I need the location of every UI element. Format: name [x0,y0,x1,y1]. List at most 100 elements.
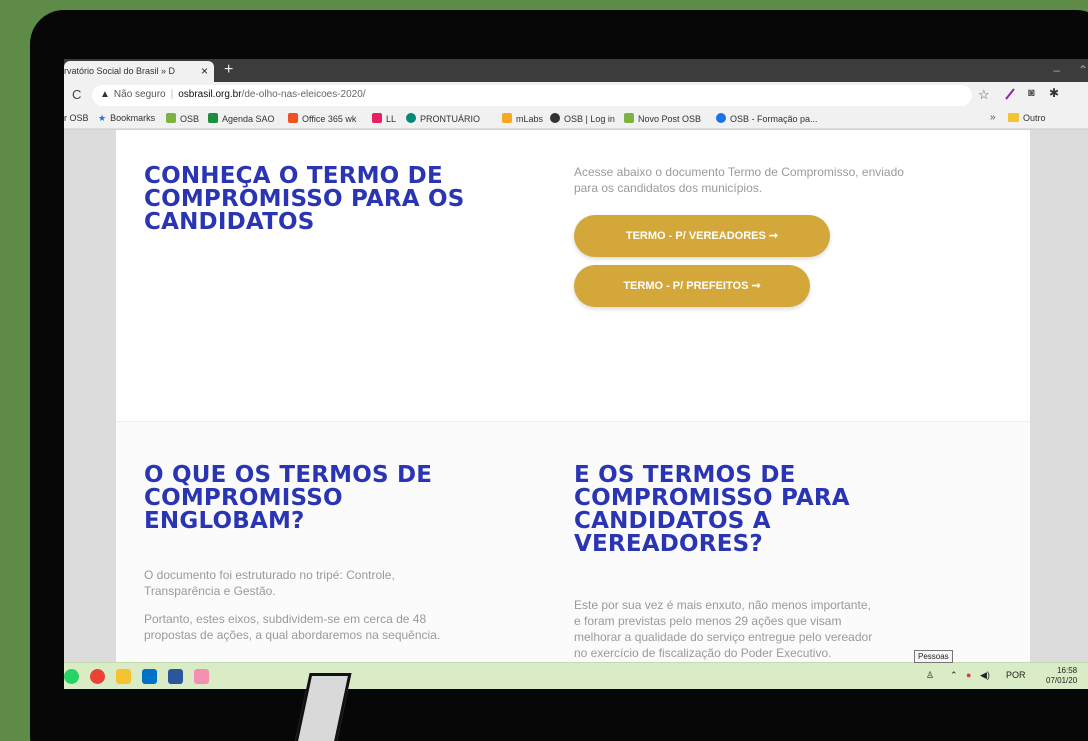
word-icon[interactable] [168,669,183,684]
bookmark-item[interactable]: mLabs [502,113,543,124]
text-line: Portanto, estes eixos, subdividem-se em … [144,612,427,626]
leaf-icon [166,113,176,123]
bookmark-label: LL [386,114,397,124]
heading-line: COMPROMISSO PARA OS [144,186,465,212]
flask-icon [502,113,512,123]
termo-vereadores-button[interactable]: TERMO - P/ VEREADORES ➞ [574,215,830,257]
paragraph-eixos: Portanto, estes eixos, subdividem-se em … [144,611,564,643]
section-heading-termo: CONHEÇA O TERMO DE COMPROMISSO PARA OS C… [144,165,465,234]
section-heading-englobam: O QUE OS TERMOS DE COMPROMISSO ENGLOBAM? [144,464,432,533]
people-tooltip: Pessoas [914,650,953,663]
text-line: O documento foi estruturado no tripé: Co… [144,568,395,582]
bookmark-label: Office 365 wk [302,114,357,124]
volume-icon[interactable]: ◀) [980,670,990,681]
pen-extension-icon[interactable] [1004,87,1016,101]
bookmark-item[interactable]: Office 365 wk [288,113,356,124]
text-line: e foram previstas pelo menos 29 ações qu… [574,614,842,628]
bookmark-label: OSB - Formação pa... [730,114,818,124]
bookmark-item[interactable]: ★ Bookmarks [98,113,155,124]
folder-label: Outro [1023,113,1046,123]
heading-line: CANDIDATOS [144,209,315,235]
text-line: melhorar a qualidade do serviço entregue… [574,630,873,644]
folder-icon [1008,113,1019,122]
other-bookmarks-folder[interactable]: Outro [1008,113,1046,123]
leaf-icon [624,113,634,123]
bookmark-item[interactable]: OSB [166,113,199,124]
tab-title: rvatório Social do Brasil » D [64,66,176,76]
bookmark-item[interactable]: OSB - Formação pa... [716,113,818,124]
more-bookmarks-icon[interactable]: » [990,112,996,123]
heading-line: COMPROMISSO [144,485,343,511]
section-description: Acesse abaixo o documento Termo de Compr… [574,164,1004,196]
new-tab-icon[interactable]: + [224,61,233,79]
bookmark-label: Novo Post OSB [638,114,702,124]
time: 16:58 [1057,666,1078,675]
prontuario-icon [406,113,416,123]
browser-tab[interactable]: rvatório Social do Brasil » D × [64,61,214,82]
web-page: CONHEÇA O TERMO DE COMPROMISSO PARA OS C… [64,130,1088,662]
heading-line: ENGLOBAM? [144,508,305,534]
minimize-icon[interactable]: – [1053,63,1060,77]
wordpress-icon [550,113,560,123]
globe-icon [716,113,726,123]
bookmark-label: PRONTUÁRIO [420,114,481,124]
bookmark-star-icon[interactable]: ☆ [978,87,990,103]
bookmark-label: Agenda SAO [222,114,275,124]
bookmark-label: OSB | Log in [564,114,615,124]
office-icon [288,113,298,123]
snipping-tool-icon[interactable] [194,669,209,684]
bookmark-label: mLabs [516,114,544,124]
people-icon[interactable]: ♙ [926,670,934,681]
heading-line: CANDIDATOS A [574,508,771,534]
bookmark-item[interactable]: Novo Post OSB [624,113,701,124]
file-explorer-icon[interactable] [116,669,131,684]
language-indicator[interactable]: POR [1006,670,1026,680]
reload-icon[interactable]: C [72,87,81,102]
camera-extension-icon[interactable]: ◙ [1028,87,1035,99]
tab-strip: rvatório Social do Brasil » D × + – ⌃ [64,59,1088,82]
windows-taskbar: Pessoas ♙ ⌃ ● ◀) POR 16:58 07/01/20 [64,650,1088,689]
star-icon: ★ [98,113,107,123]
show-hidden-icons[interactable]: ⌃ [950,670,958,681]
chrome-icon[interactable] [90,669,105,684]
ll-icon [372,113,382,123]
app-tray-icon[interactable]: ● [966,670,971,680]
bookmark-item[interactable]: OSB | Log in [550,113,615,124]
text-line: Transparência e Gestão. [144,584,276,598]
bookmark-item[interactable]: Agenda SAO [208,113,275,124]
text-line: propostas de ações, a qual abordaremos n… [144,628,441,642]
clock[interactable]: 16:58 07/01/20 [1046,666,1077,686]
url-path: /de-olho-nas-eleicoes-2020/ [241,89,366,100]
section-two: O QUE OS TERMOS DE COMPROMISSO ENGLOBAM?… [116,421,1030,662]
address-bar[interactable]: ▲ Não seguro | osbrasil.org.br/de-olho-nas-… [92,85,972,106]
bookmark-label: Bookmarks [110,113,156,123]
url-host: osbrasil.org.br [178,89,242,100]
bookmarks-bar: r OSB ★ Bookmarks OSB Agenda SAO Office 3… [64,109,1088,129]
heading-line: CONHEÇA O TERMO DE [144,163,443,189]
page-content: CONHEÇA O TERMO DE COMPROMISSO PARA OS C… [116,130,1030,662]
bookmark-item[interactable]: PRONTUÁRIO [406,113,480,124]
close-tab-icon[interactable]: × [201,64,208,78]
screen: rvatório Social do Brasil » D × + – ⌃ C … [64,59,1088,689]
date: 07/01/20 [1046,676,1078,685]
warning-icon[interactable]: ▲ [100,89,110,100]
heading-line: VEREADORES? [574,531,763,557]
bookmark-item[interactable]: r OSB [64,113,89,123]
extensions-puzzle-icon[interactable]: ✱ [1049,86,1059,100]
heading-line: COMPROMISSO PARA [574,485,850,511]
text-line: para os candidatos dos municípios. [574,181,763,195]
termo-prefeitos-button[interactable]: TERMO - P/ PREFEITOS ➞ [574,265,810,307]
security-label[interactable]: Não seguro [114,89,166,100]
text-line: Este por sua vez é mais enxuto, não meno… [574,598,871,612]
divider: | [170,89,174,100]
outlook-icon[interactable] [142,669,157,684]
whatsapp-icon[interactable] [64,669,79,684]
bookmark-item[interactable]: LL [372,113,396,124]
heading-line: E OS TERMOS DE [574,462,796,488]
heading-line: O QUE OS TERMOS DE [144,462,433,488]
navigation-bar: C ▲ Não seguro | osbrasil.org.br/de-olho-na… [64,82,1088,109]
text-line: Acesse abaixo o documento Termo de Compr… [574,165,904,179]
window-control-icon[interactable]: ⌃ [1078,63,1088,77]
calendar-icon [208,113,218,123]
paragraph-tripe: O documento foi estruturado no tripé: Co… [144,567,544,599]
